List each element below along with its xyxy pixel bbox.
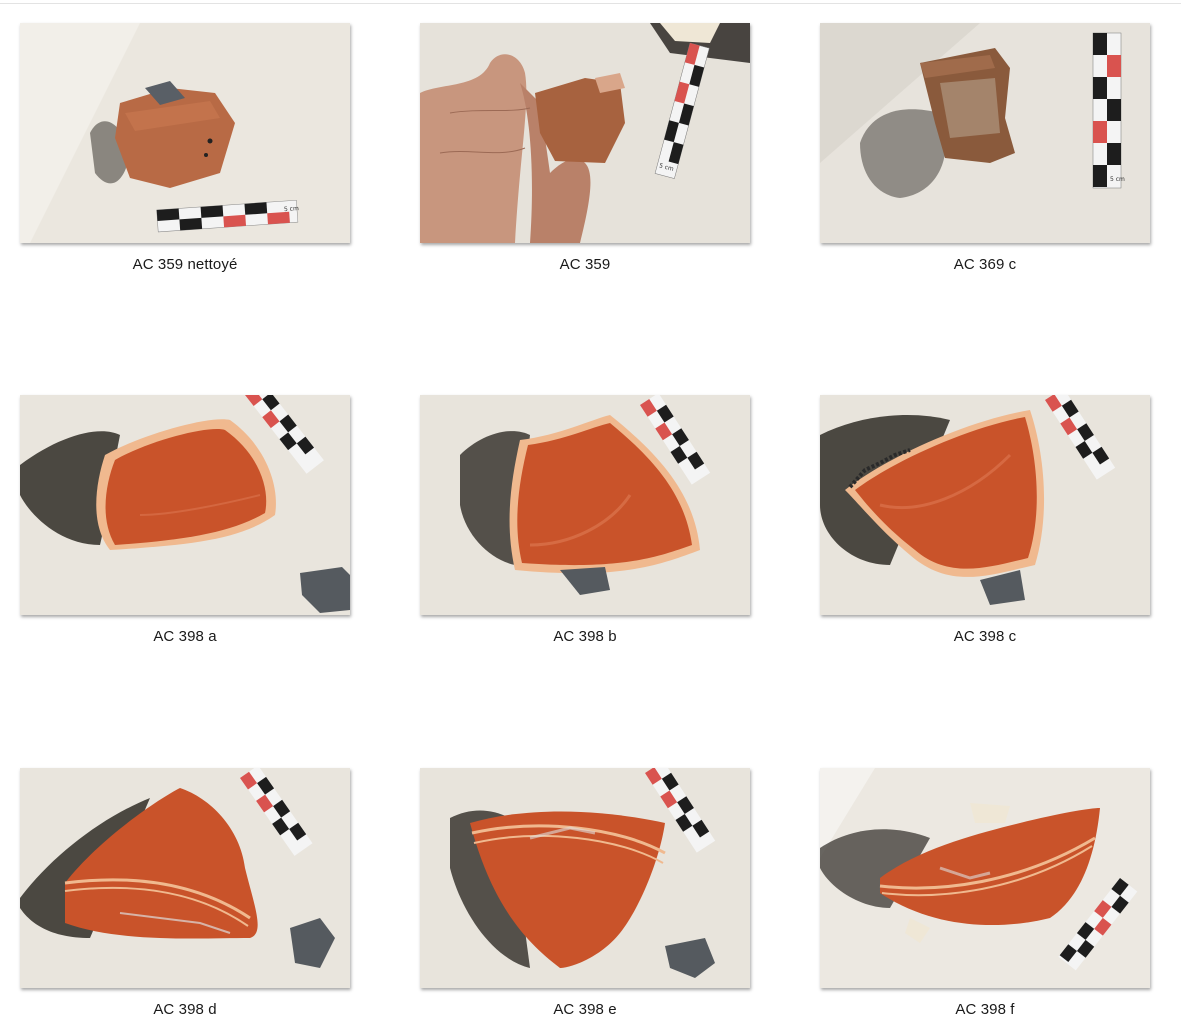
photo-caption: AC 398 d [153,1001,217,1018]
photo-thumbnail[interactable] [820,395,1150,615]
photo-caption: AC 398 e [553,1001,617,1018]
scale-label: 5 cm [284,205,299,213]
thumbnail-item[interactable]: AC 398 b [420,395,750,645]
photo-thumbnail[interactable] [420,395,750,615]
photo-thumbnail[interactable] [420,768,750,988]
photo-caption: AC 398 c [953,628,1017,645]
scale-label: 5 cm [1110,176,1125,183]
thumbnail-item[interactable]: AC 398 d [20,768,350,1018]
photo-thumbnail[interactable]: 5 cm [20,23,350,243]
thumbnail-grid: 5 cm AC 359 nettoyé 5 cm AC 359 5 cm AC … [0,0,1181,1030]
photo-caption: AC 369 c [953,256,1017,273]
thumbnail-item[interactable]: AC 398 e [420,768,750,1018]
thumbnail-item[interactable]: 5 cm AC 359 nettoyé [20,23,350,273]
photo-thumbnail[interactable]: 5 cm [820,23,1150,243]
photo-thumbnail[interactable] [820,768,1150,988]
photo-thumbnail[interactable]: 5 cm [420,23,750,243]
photo-caption: AC 398 a [153,628,217,645]
thumbnail-item[interactable]: AC 398 f [820,768,1150,1018]
photo-caption: AC 359 nettoyé [132,256,238,273]
photo-thumbnail[interactable] [20,768,350,988]
photo-caption: AC 398 b [553,628,617,645]
photo-thumbnail[interactable] [20,395,350,615]
photo-caption: AC 359 [559,256,611,273]
thumbnail-item[interactable]: AC 398 a [20,395,350,645]
thumbnail-item[interactable]: 5 cm AC 359 [420,23,750,273]
thumbnail-item[interactable]: 5 cm AC 369 c [820,23,1150,273]
photo-caption: AC 398 f [955,1001,1015,1018]
thumbnail-item[interactable]: AC 398 c [820,395,1150,645]
